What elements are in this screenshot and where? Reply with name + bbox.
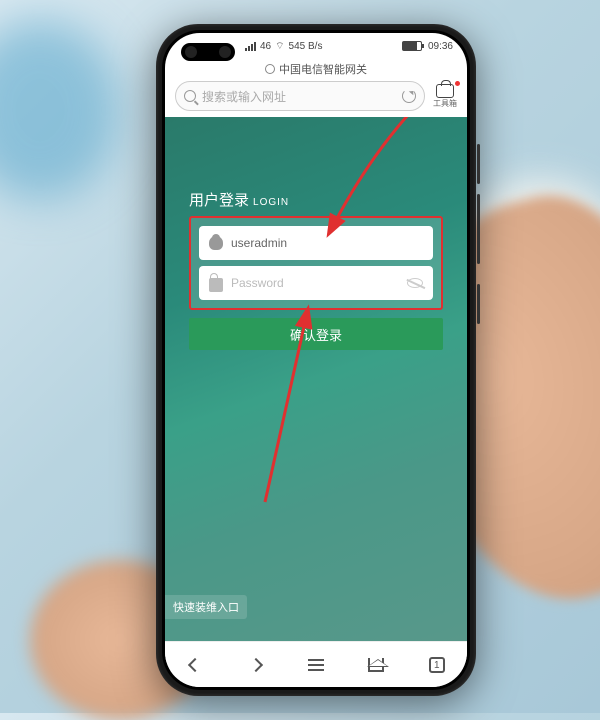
login-form-highlight: useradmin Password [189, 216, 443, 310]
clock: 09:36 [428, 41, 453, 52]
nav-menu-button[interactable] [305, 654, 327, 676]
menu-icon [308, 659, 324, 671]
username-value: useradmin [231, 236, 287, 250]
nav-home-button[interactable] [365, 654, 387, 676]
chevron-right-icon [249, 657, 263, 671]
globe-icon [265, 64, 275, 74]
password-field[interactable]: Password [199, 266, 433, 300]
user-icon [209, 236, 223, 250]
toggle-password-visibility-icon[interactable] [407, 278, 423, 288]
web-page: 用户登录LOGIN useradmin Password [165, 117, 467, 641]
nav-tabs-button[interactable]: 1 [426, 654, 448, 676]
nav-back-button[interactable] [184, 654, 206, 676]
address-bar[interactable]: 搜索或输入网址 [175, 81, 425, 111]
battery-icon [402, 41, 422, 51]
home-icon [368, 658, 384, 672]
page-title-bar: 中国电信智能网关 [165, 59, 467, 81]
quick-maintenance-link[interactable]: 快速装维入口 [165, 595, 247, 619]
page-title: 中国电信智能网关 [279, 61, 367, 77]
password-placeholder: Password [231, 276, 284, 290]
search-icon [184, 90, 196, 102]
toolbox-icon [436, 84, 454, 98]
lock-icon [209, 278, 223, 292]
chevron-left-icon [188, 657, 202, 671]
username-field[interactable]: useradmin [199, 226, 433, 260]
toolbox-button[interactable]: 工具箱 [433, 84, 457, 109]
network-speed: 545 B/s [289, 41, 323, 52]
tabs-icon: 1 [429, 657, 445, 673]
camera-punch-hole [181, 43, 235, 61]
login-heading: 用户登录LOGIN [189, 189, 443, 210]
wifi-icon: ⌔ [275, 40, 284, 53]
nav-forward-button[interactable] [245, 654, 267, 676]
login-submit-button[interactable]: 确认登录 [189, 318, 443, 350]
network-type: 46 [260, 41, 271, 52]
browser-bottom-nav: 1 [165, 641, 467, 687]
notification-dot-icon [455, 81, 460, 86]
toolbox-label: 工具箱 [433, 98, 457, 109]
address-placeholder: 搜索或输入网址 [202, 88, 286, 105]
login-submit-label: 确认登录 [290, 325, 342, 344]
refresh-icon[interactable] [402, 89, 416, 103]
signal-icon [245, 42, 256, 51]
phone-frame: 46 ⌔ 545 B/s 09:36 中国电信智能网关 搜索或输入网址 [156, 24, 476, 696]
